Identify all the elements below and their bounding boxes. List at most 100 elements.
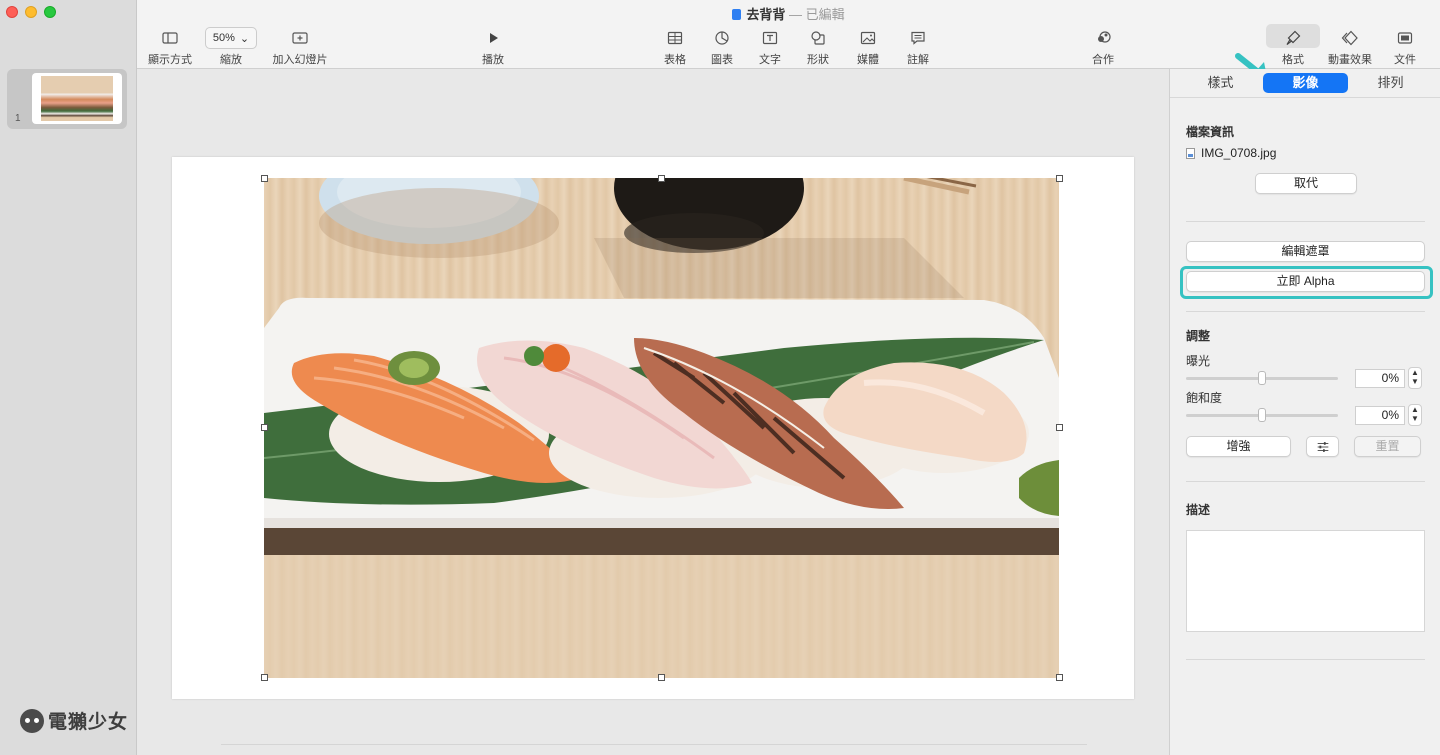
inspector-tabs: 樣式 影像 排列 [1170, 69, 1440, 96]
adjust-heading: 調整 [1186, 329, 1211, 343]
section-divider [1186, 221, 1425, 222]
comment-button[interactable]: 註解 [902, 27, 934, 67]
replace-button[interactable]: 取代 [1255, 173, 1357, 194]
text-label: 文字 [759, 54, 781, 66]
play-button[interactable]: 播放 [477, 27, 509, 67]
animate-diamond-icon [1341, 30, 1358, 46]
zoom-menu[interactable]: 50% ⌄ 縮放 [205, 27, 257, 67]
sidebar-view-icon [162, 32, 178, 44]
tab-style[interactable]: 樣式 [1178, 73, 1263, 93]
window-close-button[interactable] [6, 6, 18, 18]
file-name: IMG_0708.jpg [1201, 146, 1277, 160]
table-label: 表格 [664, 54, 686, 66]
slide-canvas[interactable] [137, 69, 1169, 755]
chevron-up-icon[interactable]: ▲ [1409, 405, 1421, 414]
saturation-value-field[interactable]: 0% [1355, 406, 1405, 425]
description-heading: 描述 [1186, 503, 1211, 517]
chart-label: 圖表 [711, 54, 733, 66]
exposure-value-field[interactable]: 0% [1355, 369, 1405, 388]
sushi-photo[interactable] [264, 178, 1059, 678]
slide[interactable] [172, 157, 1134, 699]
saturation-stepper[interactable]: ▲ ▼ [1408, 404, 1422, 426]
add-slide-button[interactable]: 加入幻燈片 [270, 27, 330, 67]
window-title: 去背背 — 已編輯 [137, 4, 1440, 23]
view-label: 顯示方式 [148, 54, 192, 66]
resize-handle-bottom-right[interactable] [1056, 674, 1063, 681]
instant-alpha-button[interactable]: 立即 Alpha [1186, 271, 1425, 292]
enhance-button[interactable]: 增強 [1186, 436, 1291, 457]
collaborate-icon [1098, 31, 1111, 43]
text-button[interactable]: 文字 [754, 27, 786, 67]
chevron-down-icon[interactable]: ▼ [1409, 377, 1421, 386]
collaborate-label: 合作 [1092, 54, 1114, 66]
format-label: 格式 [1282, 54, 1304, 66]
shape-label: 形狀 [807, 54, 829, 66]
edit-mask-button[interactable]: 編輯遮罩 [1186, 241, 1425, 262]
resize-handle-top-right[interactable] [1056, 175, 1063, 182]
section-divider [1186, 481, 1425, 482]
format-inspector: 樣式 影像 排列 檔案資訊 IMG_0708.jpg 取代 編輯遮罩 立即 Al… [1169, 69, 1440, 755]
add-slide-icon [292, 32, 308, 44]
chart-icon [715, 31, 729, 45]
text-box-icon [762, 31, 778, 45]
view-button[interactable]: 顯示方式 [147, 27, 193, 67]
sliders-icon [1317, 442, 1328, 452]
slide-thumbnail[interactable] [32, 73, 122, 124]
media-button[interactable]: 媒體 [852, 27, 884, 67]
resize-handle-top-left[interactable] [261, 175, 268, 182]
chevron-down-icon: ⌄ [239, 32, 250, 45]
window-maximize-button[interactable] [44, 6, 56, 18]
edit-status: — 已編輯 [785, 7, 845, 22]
slide-navigator: 1 電獺少女 [0, 0, 137, 755]
watermark-text: 電獺少女 [48, 712, 129, 733]
file-info-heading: 檔案資訊 [1186, 125, 1235, 139]
zoom-value: 50% [212, 32, 235, 44]
file-info-row: IMG_0708.jpg [1186, 146, 1276, 160]
levels-button[interactable] [1306, 436, 1339, 457]
exposure-label: 曝光 [1186, 354, 1211, 368]
format-button[interactable]: 格式 [1266, 24, 1320, 67]
tab-arrange[interactable]: 排列 [1348, 73, 1433, 93]
saturation-slider[interactable] [1186, 408, 1338, 422]
resize-handle-right[interactable] [1056, 424, 1063, 431]
document-icon [1397, 32, 1413, 44]
chevron-up-icon[interactable]: ▲ [1409, 368, 1421, 377]
document-label: 文件 [1394, 54, 1416, 66]
comment-icon [911, 31, 925, 45]
resize-handle-left[interactable] [261, 424, 268, 431]
exposure-stepper[interactable]: ▲ ▼ [1408, 367, 1422, 389]
horizontal-scrollbar[interactable] [221, 744, 1087, 747]
paintbrush-icon [1286, 30, 1301, 45]
comment-label: 註解 [907, 54, 929, 66]
exposure-slider-knob[interactable] [1258, 371, 1266, 385]
media-label: 媒體 [857, 54, 879, 66]
description-field[interactable] [1186, 530, 1425, 632]
chart-button[interactable]: 圖表 [706, 27, 738, 67]
tab-image[interactable]: 影像 [1263, 73, 1348, 93]
resize-handle-top[interactable] [658, 175, 665, 182]
table-button[interactable]: 表格 [659, 27, 691, 67]
slide-number: 1 [15, 113, 21, 124]
saturation-slider-knob[interactable] [1258, 408, 1266, 422]
chevron-down-icon[interactable]: ▼ [1409, 414, 1421, 423]
sushi-photo-drawing [264, 178, 1059, 678]
watermark-logo: 電獺少女 [20, 707, 128, 734]
window-minimize-button[interactable] [25, 6, 37, 18]
resize-handle-bottom-left[interactable] [261, 674, 268, 681]
shape-icon [811, 31, 825, 45]
resize-handle-bottom[interactable] [658, 674, 665, 681]
shape-button[interactable]: 形狀 [802, 27, 834, 67]
image-file-icon [1186, 147, 1195, 159]
exposure-slider[interactable] [1186, 371, 1338, 385]
zoom-label: 縮放 [220, 54, 242, 66]
section-divider [1186, 311, 1425, 312]
document-name: 去背背 [746, 7, 786, 22]
document-button[interactable]: 文件 [1391, 27, 1419, 67]
edit-status-text: 已編輯 [805, 7, 845, 22]
reset-button[interactable]: 重置 [1354, 436, 1421, 457]
animate-button[interactable]: 動畫效果 [1325, 27, 1375, 67]
add-slide-label: 加入幻燈片 [272, 54, 328, 66]
collaborate-button[interactable]: 合作 [1087, 27, 1119, 67]
thumbnail-image [41, 76, 113, 121]
keynote-doc-icon [732, 9, 742, 20]
